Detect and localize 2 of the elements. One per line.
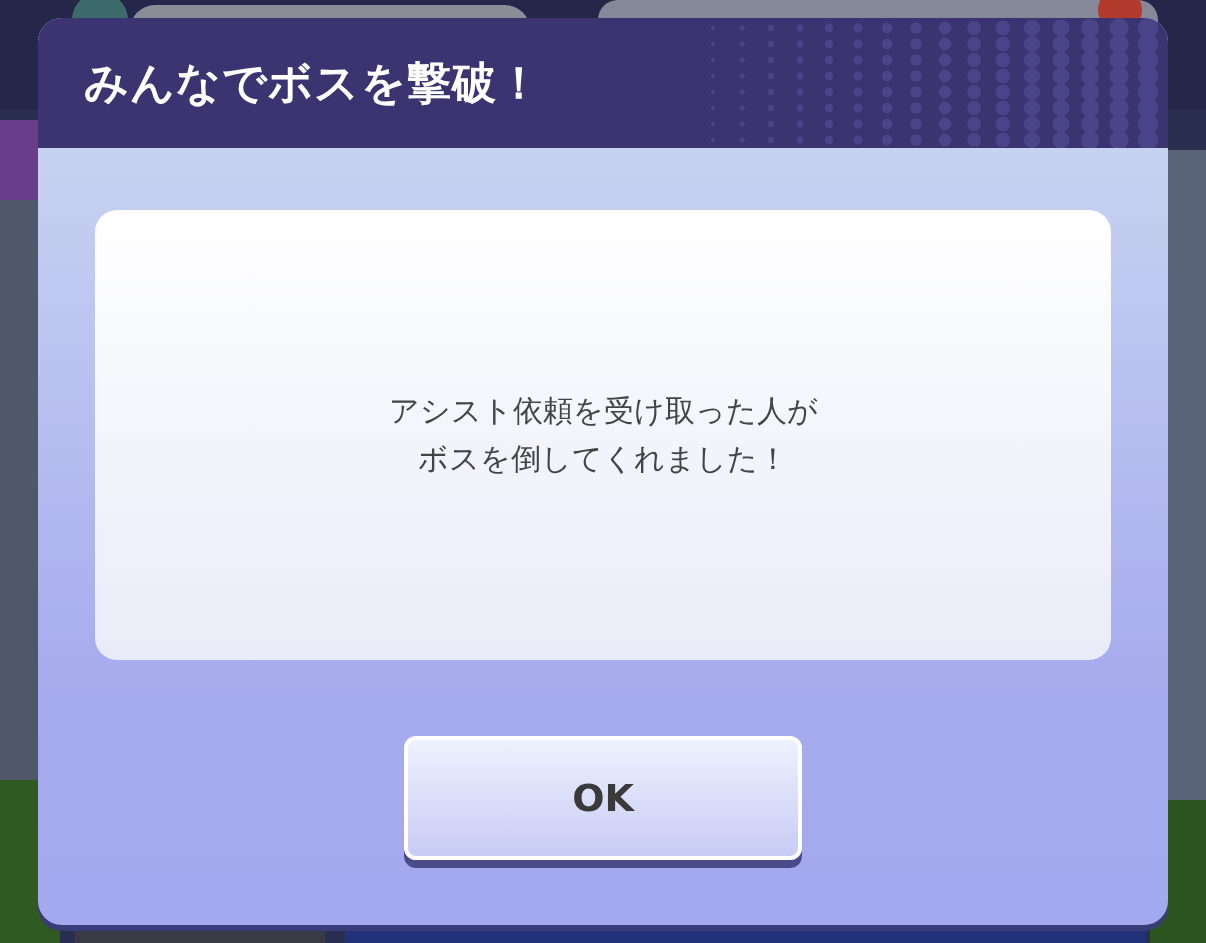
dialog-title: みんなでボスを撃破！	[84, 56, 542, 110]
message-text: アシスト依頼を受け取った人が ボスを倒してくれました！	[388, 392, 818, 478]
